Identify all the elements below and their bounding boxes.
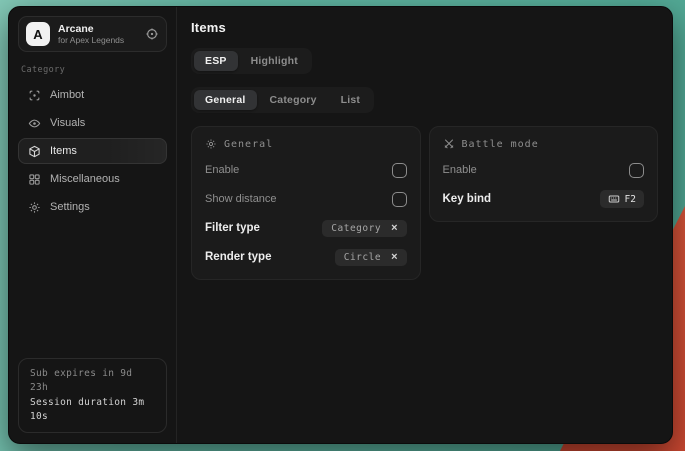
view-tab-group: GeneralCategoryList [191, 87, 374, 113]
setting-row-filter-type: Filter type Category × [205, 219, 407, 237]
target-icon[interactable] [145, 27, 159, 41]
setting-label: Render type [205, 251, 271, 263]
brand-logo: A [26, 22, 50, 46]
panel-title: General [224, 139, 273, 150]
brand-subtitle: for Apex Legends [58, 36, 137, 46]
aimbot-icon [28, 89, 41, 102]
setting-label: Key bind [443, 193, 492, 205]
keybind-value: F2 [625, 194, 636, 205]
panels-area: General Enable Show distance Filter type… [191, 126, 658, 280]
keybind-button[interactable]: F2 [600, 190, 644, 208]
panel-general: General Enable Show distance Filter type… [191, 126, 421, 280]
checkbox[interactable] [392, 163, 407, 178]
setting-label: Enable [205, 164, 239, 176]
keyboard-icon [608, 193, 620, 205]
setting-row-key-bind: Key bind F2 [443, 190, 645, 208]
close-icon[interactable]: × [391, 223, 397, 234]
settings-icon [28, 201, 41, 214]
items-icon [28, 145, 41, 158]
sidebar: A Arcane for Apex Legends Category Aimbo… [9, 7, 177, 443]
visuals-icon [28, 117, 41, 130]
sidebar-item-aimbot[interactable]: Aimbot [18, 82, 167, 108]
panel-battle-mode: Battle mode Enable Key bind F2 [429, 126, 659, 222]
sidebar-item-items[interactable]: Items [18, 138, 167, 164]
checkbox[interactable] [392, 192, 407, 207]
checkbox[interactable] [629, 163, 644, 178]
category-label: Category [21, 65, 164, 75]
battle-icon [443, 138, 455, 150]
sidebar-item-visuals[interactable]: Visuals [18, 110, 167, 136]
sub-expires-text: Sub expires in 9d 23h [30, 367, 155, 396]
page-title: Items [191, 20, 658, 35]
misc-icon [28, 173, 41, 186]
cheat-menu-window: A Arcane for Apex Legends Category Aimbo… [8, 6, 673, 444]
select-value: Category [331, 223, 381, 234]
select-button[interactable]: Circle × [335, 249, 407, 266]
setting-row-enable: Enable [205, 161, 407, 179]
sidebar-item-miscellaneous[interactable]: Miscellaneous [18, 166, 167, 192]
select-value: Circle [344, 252, 381, 263]
subtab-list[interactable]: List [330, 90, 371, 110]
mode-tab-group: ESPHighlight [191, 48, 312, 74]
panel-title: Battle mode [462, 139, 539, 150]
sun-icon [205, 138, 217, 150]
setting-row-render-type: Render type Circle × [205, 248, 407, 266]
setting-label: Enable [443, 164, 477, 176]
sidebar-nav: Aimbot Visuals Items Miscellaneous Setti… [18, 82, 167, 220]
subtab-category[interactable]: Category [259, 90, 328, 110]
tab-highlight[interactable]: Highlight [240, 51, 309, 71]
setting-label: Filter type [205, 222, 260, 234]
close-icon[interactable]: × [391, 252, 397, 263]
sidebar-item-settings[interactable]: Settings [18, 194, 167, 220]
setting-row-show-distance: Show distance [205, 190, 407, 208]
brand-card: A Arcane for Apex Legends [18, 16, 167, 52]
select-button[interactable]: Category × [322, 220, 406, 237]
brand-name: Arcane [58, 23, 137, 35]
setting-row-enable: Enable [443, 161, 645, 179]
tab-esp[interactable]: ESP [194, 51, 238, 71]
setting-label: Show distance [205, 193, 277, 205]
session-duration-text: Session duration 3m 10s [30, 396, 155, 425]
subtab-general[interactable]: General [194, 90, 257, 110]
main-content: Items ESPHighlight GeneralCategoryList G… [177, 7, 672, 443]
subscription-card: Sub expires in 9d 23h Session duration 3… [18, 358, 167, 433]
